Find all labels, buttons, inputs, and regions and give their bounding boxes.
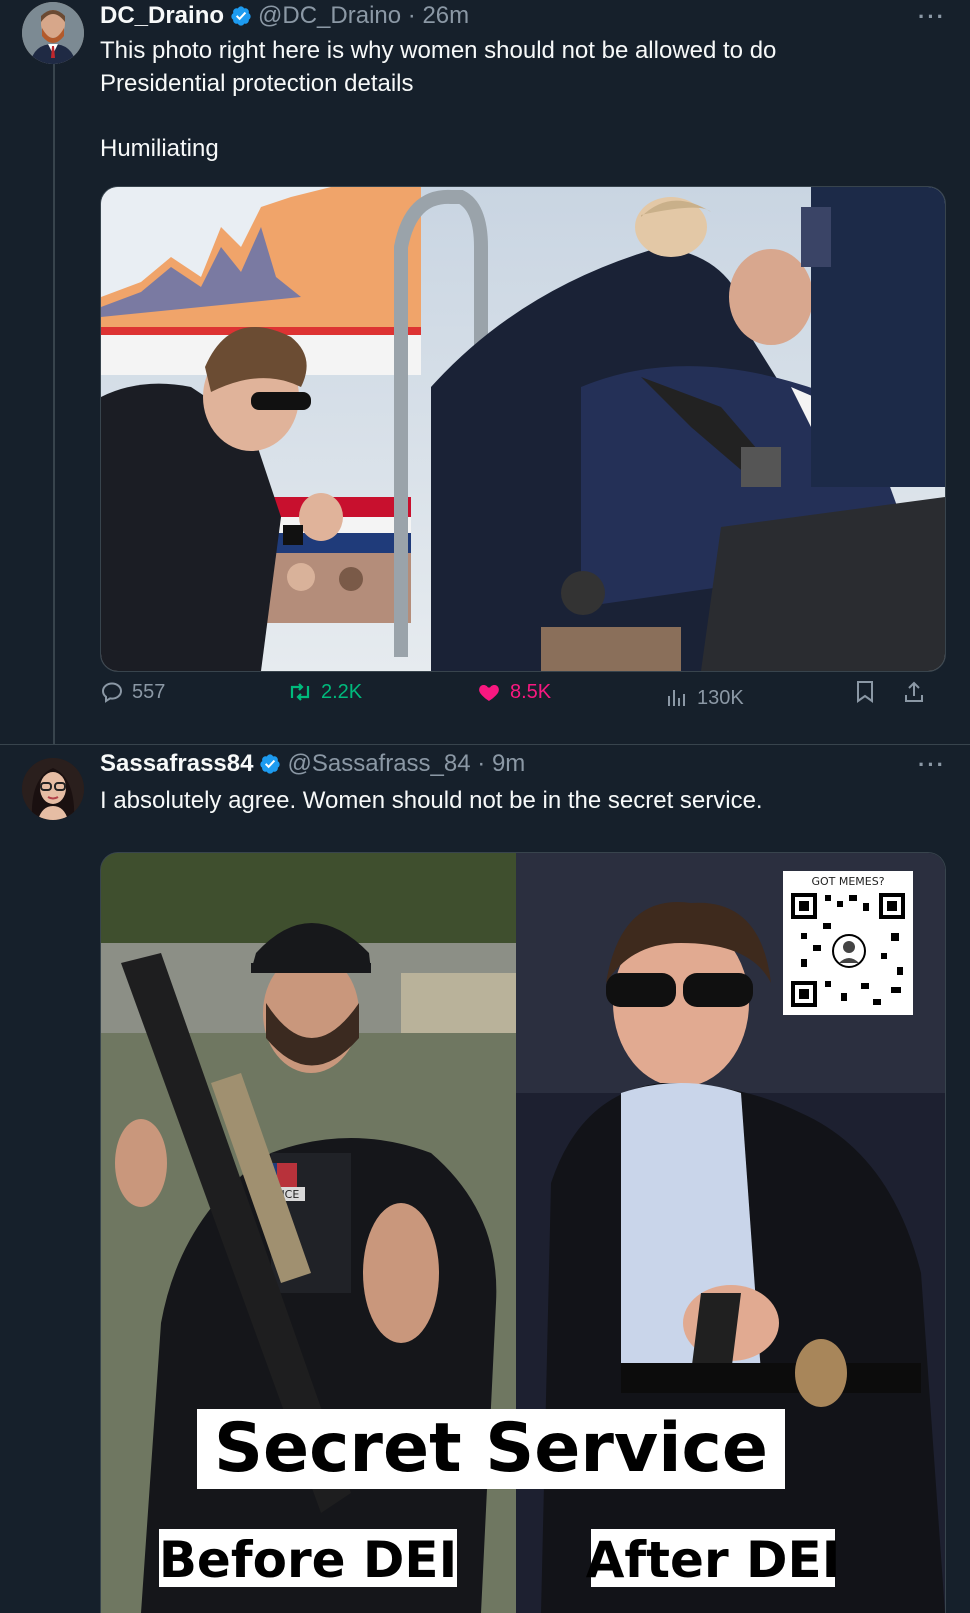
right-caption: After DEI	[586, 1531, 841, 1589]
meme-photo-collage: OLICE GOT MEMES?	[101, 853, 945, 1613]
analytics-icon	[668, 690, 685, 706]
tweet-reply[interactable]: Sassafrass84 @Sassafrass_84 · 9m ··· I ab…	[0, 745, 970, 1613]
view-count: 130K	[697, 686, 744, 709]
share-icon	[905, 681, 923, 702]
like-button[interactable]: 8.5K	[476, 680, 551, 704]
tweet-text-line: Humiliating	[100, 135, 219, 162]
reply-button[interactable]: 557	[100, 680, 165, 704]
tweet-meme-image[interactable]: OLICE GOT MEMES?	[100, 852, 946, 1613]
bookmark-button[interactable]	[854, 680, 876, 704]
qr-code-icon	[789, 891, 907, 1009]
author-name[interactable]: Sassafrass84	[100, 750, 253, 777]
author-handle[interactable]: @DC_Draino	[258, 2, 401, 29]
tweet-header: Sassafrass84 @Sassafrass_84 · 9m	[100, 750, 525, 778]
repost-button[interactable]: 2.2K	[287, 680, 362, 704]
tweet-text-line: This photo right here is why women shoul…	[100, 37, 777, 64]
more-options-button[interactable]: ···	[918, 752, 946, 778]
author-handle[interactable]: @Sassafrass_84	[287, 750, 470, 777]
separator-dot: ·	[477, 750, 486, 777]
heart-icon	[479, 685, 499, 701]
repost-count: 2.2K	[321, 680, 363, 703]
timestamp[interactable]: 26m	[422, 2, 469, 29]
rally-stage-photo	[101, 187, 945, 671]
timestamp[interactable]: 9m	[492, 750, 525, 777]
thread-connector-line	[53, 64, 55, 744]
left-caption: Before DEI	[159, 1531, 457, 1589]
repost-icon	[290, 683, 310, 701]
tweet-text: I absolutely agree. Women should not be …	[100, 787, 763, 814]
like-count: 8.5K	[510, 680, 552, 703]
tweet-original[interactable]: DC_Draino @DC_Draino · 26m ··· This photo…	[0, 0, 970, 745]
verified-badge-icon	[260, 754, 281, 774]
tweet-photo[interactable]	[100, 186, 946, 672]
more-options-button[interactable]: ···	[918, 4, 946, 30]
avatar[interactable]	[22, 2, 84, 64]
qr-label: GOT MEMES?	[811, 875, 884, 888]
share-button[interactable]	[902, 680, 926, 704]
verified-badge-icon	[231, 6, 251, 26]
separator-dot: ·	[407, 2, 416, 29]
bookmark-icon	[857, 681, 873, 703]
tweet-header: DC_Draino @DC_Draino · 26m	[100, 2, 469, 30]
tweet-text: This photo right here is why women shoul…	[100, 34, 880, 165]
tweet-actions-bar: 557 2.2K 8.5K 130K	[100, 680, 946, 714]
author-name[interactable]: DC_Draino	[100, 2, 224, 29]
tweet-text-line: Presidential protection details	[100, 70, 414, 97]
reply-count: 557	[132, 680, 166, 703]
views-button[interactable]: 130K	[665, 686, 744, 710]
reply-icon	[101, 682, 123, 703]
avatar[interactable]	[22, 758, 84, 820]
meme-title: Secret Service	[214, 1409, 768, 1488]
